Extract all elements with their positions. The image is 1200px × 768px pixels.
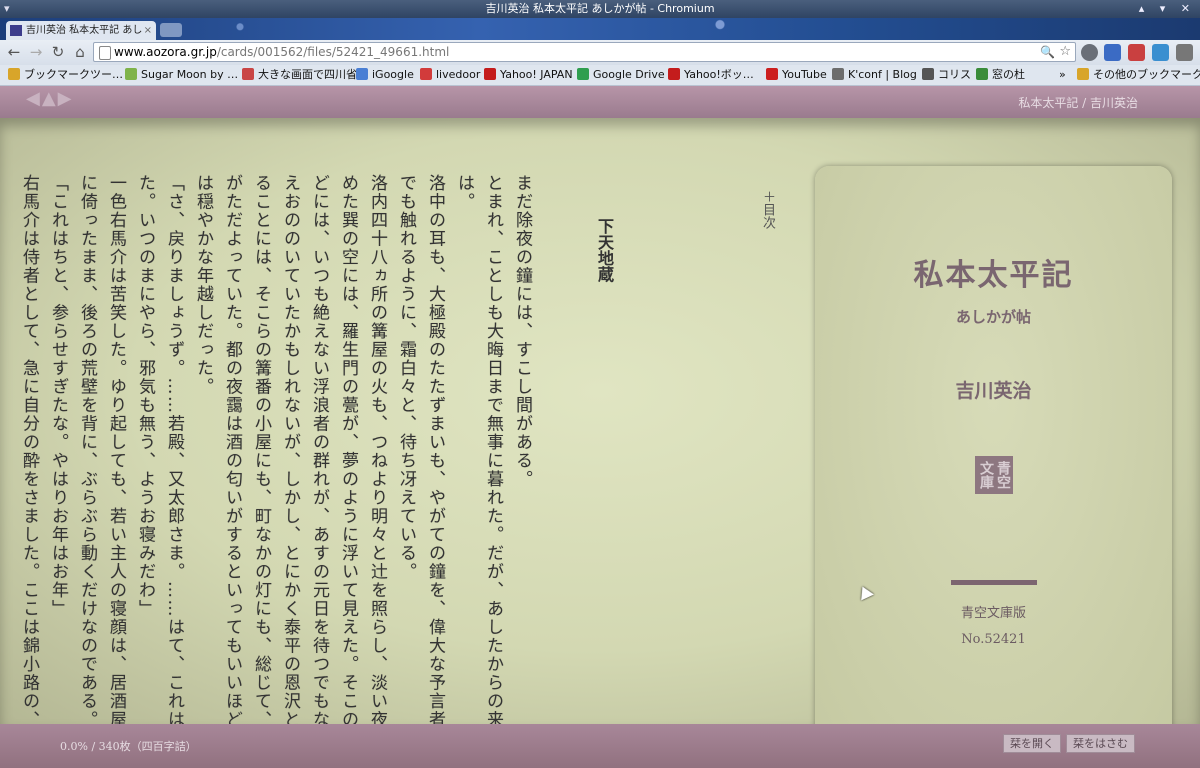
new-tab-button[interactable] bbox=[160, 23, 182, 37]
tab-active[interactable]: 吉川英治 私本太平記 あし × bbox=[6, 21, 156, 40]
aozora-seal-icon: 青空 文庫 bbox=[975, 456, 1013, 494]
forward-button[interactable]: → bbox=[25, 42, 47, 62]
open-bookmark-button[interactable]: 栞を開く bbox=[1003, 734, 1061, 753]
page-viewport: ◀▲▶ 私本太平記 / 吉川英治 ＋目次 下天地蔵 まだ除夜の鐘には、すこし間が… bbox=[0, 86, 1200, 768]
bookmark-label: 大きな画面で四川省 bbox=[258, 68, 357, 81]
bookmark-favicon-icon bbox=[8, 68, 20, 80]
tab-label: 吉川英治 私本太平記 あし bbox=[26, 25, 143, 36]
paragraph: とまれ、ことしも大晦日まで無事に暮れた。だが、あしたからの来る年は。 bbox=[454, 174, 503, 766]
bookmark-label: ブックマークツー… bbox=[24, 68, 123, 81]
aozora-favicon-icon bbox=[10, 25, 22, 36]
tab-strip: 吉川英治 私本太平記 あし × bbox=[0, 18, 1200, 40]
bookmark-favicon-icon bbox=[577, 68, 589, 80]
address-bar[interactable]: www.aozora.gr.jp/cards/001562/files/5242… bbox=[93, 42, 1076, 62]
window-titlebar: ▾ 吉川英治 私本太平記 あしかが帖 - Chromium ▴ ▾ ✕ bbox=[0, 0, 1200, 18]
bookmark-label: Google Drive bbox=[593, 68, 665, 81]
bookmark-label: iGoogle bbox=[372, 68, 414, 81]
paragraph: 右馬介は侍者として、急に自分の酔をさました。ここは錦小路の、俗 bbox=[19, 174, 39, 748]
bookmark-label: Sugar Moon by … bbox=[141, 68, 239, 81]
cover-subtitle: あしかが帖 bbox=[955, 308, 1031, 326]
bookmark-label: YouTube bbox=[782, 68, 827, 81]
window-controls[interactable]: ▴ ▾ ✕ bbox=[1139, 0, 1196, 18]
url-path: /cards/001562/files/52421_49661.html bbox=[216, 45, 450, 59]
paragraph: 洛中の耳も、大極殿のたたずまいも、やがての鐘を、偉大な予言者の声にでも触れるよう… bbox=[396, 174, 445, 768]
bookmark-item[interactable]: K'conf | Blog bbox=[832, 65, 917, 85]
bookmark-favicon-icon bbox=[125, 68, 137, 80]
reader-page-info: 私本太平記 / 吉川英治 bbox=[1018, 96, 1138, 110]
bookmark-label: Yahoo! JAPAN bbox=[500, 68, 573, 81]
home-button[interactable]: ⌂ bbox=[69, 42, 91, 62]
toc-link[interactable]: ＋目次 bbox=[758, 190, 777, 229]
bookmarks-bar: » その他のブックマーク ブックマークツー… Sugar Moon by … 大きな… bbox=[0, 65, 1200, 86]
bookmark-favicon-icon bbox=[484, 68, 496, 80]
bookmark-label: 窓の杜 bbox=[992, 68, 1025, 81]
bookmark-favicon-icon bbox=[356, 68, 368, 80]
cover-title: 私本太平記 bbox=[913, 258, 1074, 293]
bookmark-item[interactable]: 窓の杜 bbox=[976, 65, 1025, 85]
back-button[interactable]: ← bbox=[3, 42, 25, 62]
cover-edition: 青空文庫版 bbox=[960, 606, 1026, 621]
extension-icon[interactable] bbox=[1152, 44, 1169, 61]
page-info-icon[interactable] bbox=[99, 46, 111, 60]
folder-icon bbox=[1077, 68, 1089, 80]
chapter-title: 下天地蔵 bbox=[595, 218, 614, 282]
insert-bookmark-button[interactable]: 栞をはさむ bbox=[1066, 734, 1135, 753]
bookmark-item[interactable]: 大きな画面で四川省 bbox=[242, 65, 357, 85]
window-title: 吉川英治 私本太平記 あしかが帖 - Chromium bbox=[485, 2, 715, 15]
tab-close-icon[interactable]: × bbox=[144, 21, 152, 40]
paragraph: 「これはちと、参らせすぎたな。やはりお年はお年」 bbox=[48, 174, 68, 618]
reader-paper: ＋目次 下天地蔵 まだ除夜の鐘には、すこし間がある。 とまれ、ことしも大晦日まで… bbox=[0, 118, 1200, 768]
bookmark-favicon-icon bbox=[832, 68, 844, 80]
bookmark-item[interactable]: iGoogle bbox=[356, 65, 414, 85]
cover-number: No.52421 bbox=[961, 632, 1026, 647]
bookmark-favicon-icon bbox=[668, 68, 680, 80]
bookmark-item[interactable]: ブックマークツー… bbox=[8, 65, 123, 85]
reader-body-text: まだ除夜の鐘には、すこし間がある。 とまれ、ことしも大晦日まで無事に暮れた。だが… bbox=[0, 174, 536, 768]
reader-footer: 0.0% / 340枚（四百字詰） 栞を開く 栞をはさむ bbox=[0, 724, 1200, 768]
reload-button[interactable]: ↻ bbox=[47, 42, 69, 62]
bookmark-label: コリス bbox=[938, 68, 971, 81]
other-bookmarks-folder[interactable]: その他のブックマーク bbox=[1077, 65, 1200, 85]
extension-icon[interactable] bbox=[1081, 44, 1098, 61]
zoom-icon[interactable]: 🔍 bbox=[1040, 43, 1055, 61]
url-host: www.aozora.gr.jp bbox=[114, 45, 217, 59]
extension-icon[interactable] bbox=[1128, 44, 1145, 61]
bookmark-favicon-icon bbox=[766, 68, 778, 80]
bookmark-label: livedoor bbox=[436, 68, 481, 81]
paragraph: 洛内四十八ヵ所の篝屋の火も、つねより明々と辻を照らし、淡い夜靄をこめた巽の空には… bbox=[193, 174, 387, 768]
extension-icon[interactable] bbox=[1104, 44, 1121, 61]
reader-header: ◀▲▶ 私本太平記 / 吉川英治 bbox=[0, 86, 1200, 118]
bookmark-favicon-icon bbox=[420, 68, 432, 80]
paragraph: まだ除夜の鐘には、すこし間がある。 bbox=[512, 174, 532, 489]
book-cover: 私本太平記 あしかが帖 吉川英治 青空 文庫 青空文庫版 No.52421 bbox=[815, 166, 1172, 751]
bookmark-favicon-icon bbox=[922, 68, 934, 80]
seal-text: 青空 bbox=[995, 461, 1011, 489]
browser-toolbar: ← → ↻ ⌂ www.aozora.gr.jp/cards/001562/fi… bbox=[0, 40, 1200, 65]
bookmarks-more-button[interactable]: » bbox=[1059, 65, 1066, 85]
reading-progress: 0.0% / 340枚（四百字詰） bbox=[60, 740, 197, 753]
bookmark-item[interactable]: コリス bbox=[922, 65, 971, 85]
bookmark-item[interactable]: YouTube bbox=[766, 65, 827, 85]
bookmark-star-icon[interactable]: ☆ bbox=[1059, 43, 1071, 61]
bookmark-item[interactable]: Yahoo!ボッ… bbox=[668, 65, 754, 85]
window-menu-icon[interactable]: ▾ bbox=[4, 0, 10, 18]
bookmark-item[interactable]: livedoor bbox=[420, 65, 480, 85]
bookmark-label: K'conf | Blog bbox=[848, 68, 917, 81]
bookmark-favicon-icon bbox=[242, 68, 254, 80]
paragraph: 「さ、戻りましょうず。……若殿、又太郎さま。……はて、これは困った。いつのまにや… bbox=[135, 174, 184, 766]
bookmark-item[interactable]: Yahoo! JAPAN bbox=[484, 65, 573, 85]
bookmark-item[interactable]: Google Drive bbox=[577, 65, 665, 85]
cover-divider bbox=[951, 580, 1037, 585]
seal-text: 文庫 bbox=[978, 461, 994, 489]
reader-nav-arrows-icon[interactable]: ◀▲▶ bbox=[26, 88, 74, 109]
paragraph: 一色右馬介は苦笑した。ゆり起しても、若い主人の寝顔は、居酒屋の床几に倚ったまま、… bbox=[77, 174, 126, 768]
bookmark-favicon-icon bbox=[976, 68, 988, 80]
bookmark-label: Yahoo!ボッ… bbox=[684, 68, 754, 81]
cover-author: 吉川英治 bbox=[955, 380, 1032, 402]
bookmark-item[interactable]: Sugar Moon by … bbox=[125, 65, 238, 85]
menu-icon[interactable] bbox=[1176, 44, 1193, 61]
